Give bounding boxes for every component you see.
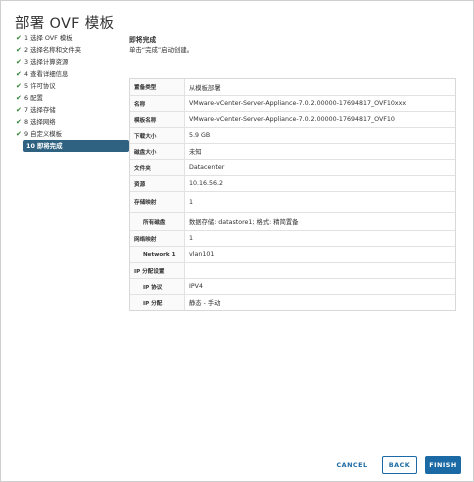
summary-value: 未知 <box>189 149 202 156</box>
summary-label: 资源 <box>130 176 185 191</box>
step-number: 2 <box>24 46 29 54</box>
dialog-footer: CANCEL BACK FINISH <box>330 456 461 474</box>
step-label: 即将完成 <box>36 142 63 150</box>
wizard-step-10[interactable]: 10 即将完成 <box>23 140 129 152</box>
step-number: 10 <box>26 142 35 150</box>
page-description: 单击“完成”启动创建。 <box>129 46 194 54</box>
checkmark-icon: ✔ <box>16 82 22 90</box>
wizard-step-7[interactable]: ✔ 7 选择存储 <box>13 104 121 116</box>
checkmark-icon: ✔ <box>16 118 22 126</box>
summary-table: 置备类型 从模板部署 名称 VMware-vCenter-Server-Applian… <box>129 78 456 311</box>
step-label: 选择计算资源 <box>30 58 69 66</box>
dialog-title: 部署 OVF 模板 <box>15 16 115 32</box>
summary-row: 置备类型 从模板部署 <box>130 79 455 95</box>
step-label: 配置 <box>30 94 43 102</box>
summary-label: 网络映射 <box>130 231 185 246</box>
step-label: 选择网络 <box>30 118 56 126</box>
wizard-step-4[interactable]: ✔ 4 查看详细信息 <box>13 68 121 80</box>
summary-row: 磁盘大小 未知 <box>130 143 455 159</box>
summary-row: 下载大小 5.9 GB <box>130 127 455 143</box>
summary-value: IPV4 <box>189 283 203 290</box>
step-number: 5 <box>24 82 29 90</box>
summary-row: Network 1 vlan101 <box>130 246 455 262</box>
wizard-step-3[interactable]: ✔ 3 选择计算资源 <box>13 56 121 68</box>
step-label: 选择 OVF 模板 <box>30 34 73 42</box>
back-button[interactable]: BACK <box>382 456 417 474</box>
summary-row: 网络映射 1 <box>130 230 455 246</box>
summary-row: 资源 10.16.56.2 <box>130 175 455 191</box>
deploy-ovf-dialog: 部署 OVF 模板 ✔ 1 选择 OVF 模板 ✔ 2 选择名称和文件夹 ✔ 3 选择计算资源 ✔… <box>0 0 474 482</box>
summary-value: Datacenter <box>189 164 225 171</box>
summary-value: vlan101 <box>189 251 215 258</box>
checkmark-icon: ✔ <box>16 106 22 114</box>
checkmark-icon: ✔ <box>16 46 22 54</box>
summary-label: 磁盘大小 <box>130 144 185 159</box>
wizard-step-1[interactable]: ✔ 1 选择 OVF 模板 <box>13 32 121 44</box>
step-label: 许可协议 <box>30 82 56 90</box>
checkmark-icon: ✔ <box>16 70 22 78</box>
wizard-step-8[interactable]: ✔ 8 选择网络 <box>13 116 121 128</box>
summary-value: 1 <box>189 198 194 206</box>
step-label: 选择名称和文件夹 <box>30 46 82 54</box>
summary-label: 存储映射 <box>130 192 185 212</box>
summary-value: VMware-vCenter-Server-Appliance-7.0.2.00… <box>189 100 407 107</box>
step-number: 1 <box>24 34 29 42</box>
summary-label: 置备类型 <box>130 79 185 95</box>
page-title: 即将完成 <box>129 36 157 44</box>
main-panel: 即将完成 单击“完成”启动创建。 <box>129 35 457 55</box>
checkmark-icon: ✔ <box>16 94 22 102</box>
step-label: 自定义模板 <box>30 130 63 138</box>
summary-value: 数据存储: datastore1; 格式: 精简置备 <box>189 219 299 226</box>
summary-label: 所有磁盘 <box>130 213 185 230</box>
wizard-steps: ✔ 1 选择 OVF 模板 ✔ 2 选择名称和文件夹 ✔ 3 选择计算资源 ✔ 4 查看详细信息 ✔ 5 许… <box>13 32 129 152</box>
checkmark-icon: ✔ <box>16 130 22 138</box>
step-number: 8 <box>24 118 29 126</box>
summary-label: 文件夹 <box>130 160 185 175</box>
wizard-step-9[interactable]: ✔ 9 自定义模板 <box>13 128 121 140</box>
step-number: 6 <box>24 94 29 102</box>
summary-row: 文件夹 Datacenter <box>130 159 455 175</box>
cancel-button[interactable]: CANCEL <box>330 456 374 474</box>
step-number: 3 <box>24 58 29 66</box>
summary-value: 10.16.56.2 <box>189 180 224 187</box>
summary-row: IP 分配设置 <box>130 262 455 278</box>
summary-row: IP 分配 静态 - 手动 <box>130 294 455 310</box>
finish-button[interactable]: FINISH <box>425 456 461 474</box>
checkmark-icon: ✔ <box>16 34 22 42</box>
wizard-step-5[interactable]: ✔ 5 许可协议 <box>13 80 121 92</box>
summary-value: 1 <box>189 235 194 242</box>
summary-value: 5.9 GB <box>189 132 211 139</box>
summary-label: 模板名称 <box>130 112 185 127</box>
wizard-step-2[interactable]: ✔ 2 选择名称和文件夹 <box>13 44 121 56</box>
summary-value: VMware-vCenter-Server-Appliance-7.0.2.00… <box>189 116 395 123</box>
summary-value: 从模板部署 <box>189 84 221 92</box>
step-number: 7 <box>24 106 29 114</box>
summary-label: 下载大小 <box>130 128 185 143</box>
summary-row: 名称 VMware-vCenter-Server-Appliance-7.0.2.… <box>130 95 455 111</box>
summary-label: Network 1 <box>130 247 185 262</box>
step-number: 4 <box>24 70 29 78</box>
summary-row: IP 协议 IPV4 <box>130 278 455 294</box>
step-label: 选择存储 <box>30 106 56 114</box>
step-number: 9 <box>24 130 29 138</box>
summary-label: IP 分配设置 <box>130 263 185 278</box>
checkmark-icon: ✔ <box>16 58 22 66</box>
summary-label: 名称 <box>130 96 185 111</box>
summary-value <box>185 263 455 278</box>
summary-row: 模板名称 VMware-vCenter-Server-Appliance-7.0.… <box>130 111 455 127</box>
summary-row: 所有磁盘 数据存储: datastore1; 格式: 精简置备 <box>130 212 455 230</box>
summary-row: 存储映射 1 <box>130 191 455 212</box>
summary-value: 静态 - 手动 <box>189 300 221 307</box>
step-label: 查看详细信息 <box>30 70 69 78</box>
summary-label: IP 协议 <box>130 279 185 294</box>
summary-label: IP 分配 <box>130 295 185 310</box>
wizard-step-6[interactable]: ✔ 6 配置 <box>13 92 121 104</box>
